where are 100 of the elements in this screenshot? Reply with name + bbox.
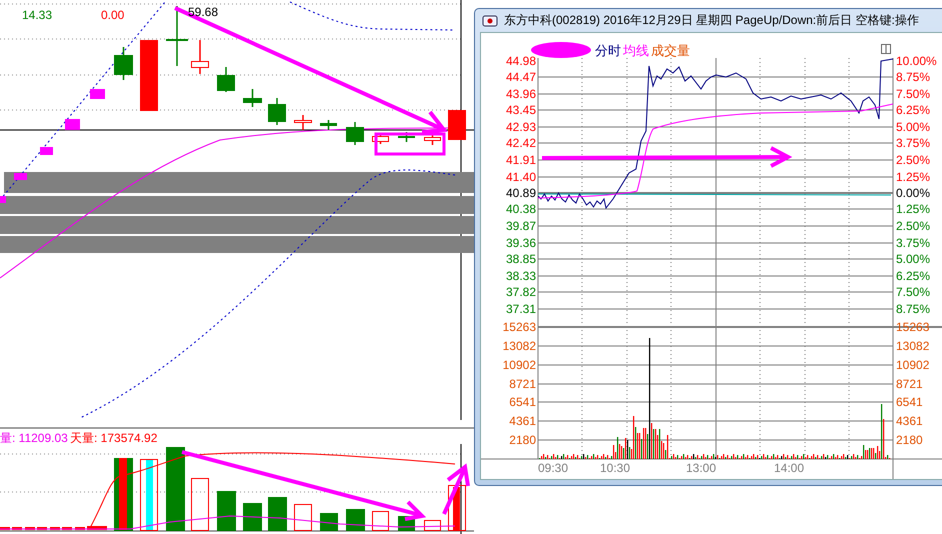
price-axis-label: 39.36 <box>506 236 536 250</box>
percent-axis-label: 10.00% <box>896 54 937 68</box>
volume-axis-label: 15263 <box>502 320 536 334</box>
panel-toggle-icon[interactable] <box>881 44 891 54</box>
price-axis-label: 44.47 <box>506 70 536 84</box>
percent-axis-label: 8.75% <box>896 70 930 84</box>
stat-value: 0.00 <box>101 8 124 22</box>
percent-axis-label: 6.25% <box>896 103 930 117</box>
percent-axis-label: 3.75% <box>896 236 930 250</box>
volume-bar <box>346 509 365 531</box>
volume-axis-label: 15263 <box>896 320 930 334</box>
volume-axis-label: 8721 <box>896 377 923 391</box>
volume-bar <box>0 527 10 530</box>
price-axis-label: 38.33 <box>506 269 536 283</box>
volume-bar <box>372 511 389 531</box>
candlestick <box>398 132 415 142</box>
candlestick <box>14 173 27 180</box>
volume-bar <box>37 527 47 530</box>
volume-bar <box>191 478 209 531</box>
candlestick <box>424 133 441 145</box>
candlestick <box>0 196 6 203</box>
legend-label: 成交量 <box>651 43 690 58</box>
legend-label: 均线 <box>623 43 649 58</box>
price-axis-label: 39.87 <box>506 219 536 233</box>
candlestick <box>191 40 209 74</box>
volume-axis-label: 2180 <box>896 433 923 447</box>
legend-label: 分时 <box>595 43 621 58</box>
volume-bar <box>320 513 338 531</box>
volume-bar <box>50 527 60 530</box>
volume-bar <box>268 497 287 531</box>
percent-axis-label: 5.00% <box>896 120 930 134</box>
candlestick <box>166 6 188 66</box>
volume-bar <box>75 527 85 530</box>
percent-axis-label: 6.25% <box>896 269 930 283</box>
price-axis-label: 43.45 <box>506 103 536 117</box>
volume-axis-label: 8721 <box>509 377 536 391</box>
price-axis-label: 40.38 <box>506 202 536 216</box>
volume-bar <box>217 491 236 531</box>
percent-axis-label: 1.25% <box>896 170 930 184</box>
price-axis-label: 40.89 <box>506 186 536 200</box>
volume-bar <box>140 459 158 531</box>
price-axis-label: 43.96 <box>506 87 536 101</box>
price-axis-label: 41.91 <box>506 153 536 167</box>
candlestick <box>448 110 466 140</box>
volume-bar <box>243 503 262 531</box>
price-axis-label: 37.82 <box>506 285 536 299</box>
volume-bar <box>62 527 72 530</box>
price-axis-label: 37.31 <box>506 302 536 316</box>
percent-axis-label: 0.00% <box>896 186 930 200</box>
candlestick <box>294 115 312 130</box>
candlestick <box>40 147 53 155</box>
volume-axis-label: 10902 <box>896 358 930 372</box>
candlestick <box>140 40 158 111</box>
volume-legend-label: 天量: 173574.92 <box>70 431 158 445</box>
percent-axis-label: 5.00% <box>896 252 930 266</box>
percent-axis-label: 7.50% <box>896 87 930 101</box>
window-title: 东方中科(002819) 2016年12月29日 星期四 PageUp/Down:前后日 空格键:操作 <box>504 12 919 29</box>
price-axis-label: 44.98 <box>506 54 536 68</box>
stat-value: 14.33 <box>22 8 52 22</box>
volume-axis-label: 6541 <box>896 395 923 409</box>
time-axis-label: 10:30 <box>600 461 630 475</box>
candlestick <box>90 89 105 99</box>
time-axis-label: 09:30 <box>538 461 568 475</box>
volume-bar <box>424 520 441 531</box>
peak-price-label: 59.68 <box>188 5 218 19</box>
price-axis-label: 41.40 <box>506 170 536 184</box>
percent-axis-label: 1.25% <box>896 202 930 216</box>
candlestick <box>114 47 133 80</box>
percent-axis-label: 2.50% <box>896 153 930 167</box>
candlestick <box>243 89 262 107</box>
highlight-box <box>374 132 446 156</box>
time-axis-label: 14:00 <box>774 461 804 475</box>
percent-axis-label: 2.50% <box>896 219 930 233</box>
volume-axis-label: 10902 <box>502 358 536 372</box>
candlestick <box>65 119 80 130</box>
volume-bar <box>448 485 466 531</box>
candlestick <box>217 67 235 92</box>
price-axis-label: 42.42 <box>506 136 536 150</box>
candlestick <box>320 120 337 130</box>
volume-axis-label: 4361 <box>509 414 536 428</box>
volume-legend-label: 量: 11209.03 <box>0 431 68 445</box>
candlestick <box>268 98 286 125</box>
price-axis-label: 38.85 <box>506 252 536 266</box>
volume-axis-label: 4361 <box>896 414 923 428</box>
percent-axis-label: 7.50% <box>896 285 930 299</box>
price-axis-label: 42.93 <box>506 120 536 134</box>
percent-axis-label: 8.75% <box>896 302 930 316</box>
volume-axis-label: 13082 <box>896 339 930 353</box>
percent-axis-label: 3.75% <box>896 136 930 150</box>
volume-axis-label: 13082 <box>502 339 536 353</box>
volume-axis-label: 6541 <box>509 395 536 409</box>
candlestick <box>372 134 389 144</box>
volume-bar <box>294 504 312 531</box>
volume-axis-label: 2180 <box>509 433 536 447</box>
redaction-mark <box>531 42 591 58</box>
candlestick <box>346 122 364 145</box>
volume-bar <box>87 526 107 530</box>
volume-bar <box>25 527 35 530</box>
volume-bar <box>12 527 22 530</box>
window-app-icon <box>482 14 498 28</box>
